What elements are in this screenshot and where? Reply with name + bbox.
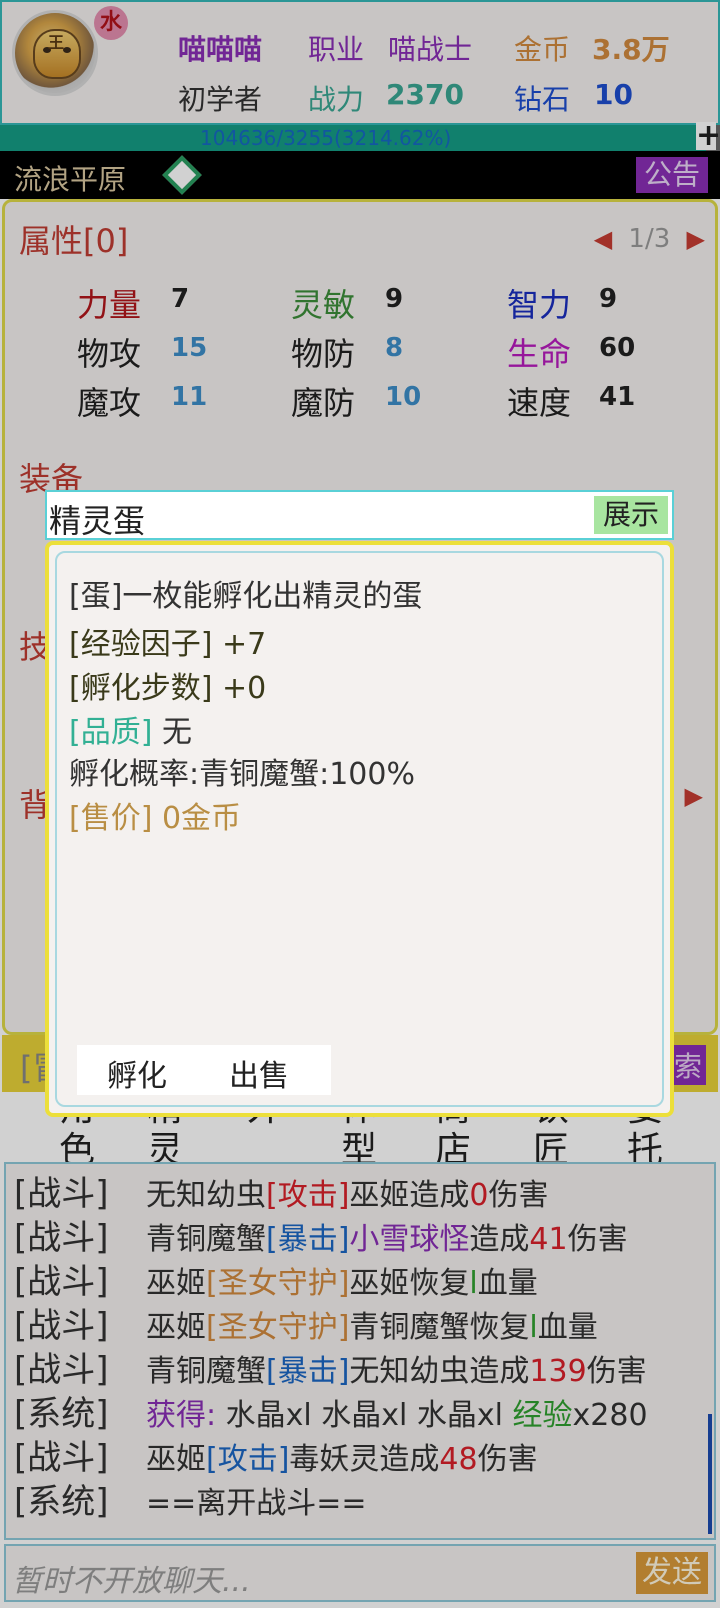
item-description: [蛋]一枚能孵化出精灵的蛋 xyxy=(69,579,423,614)
item-quality: [品质] 无 xyxy=(69,715,192,750)
hatch-button[interactable]: 孵化 xyxy=(107,1051,167,1095)
item-hatch-rate: 孵化概率:青铜魔蟹:100% xyxy=(69,757,415,792)
item-price: [售价] 0金币 xyxy=(69,801,242,836)
item-modal-header: 精灵蛋 展示 xyxy=(45,490,674,540)
item-modal: [蛋]一枚能孵化出精灵的蛋 [经验因子] +7 [孵化步数] +0 [品质] 无… xyxy=(45,541,674,1117)
item-title: 精灵蛋 xyxy=(49,502,146,540)
item-hatch-steps: [孵化步数] +0 xyxy=(69,671,267,706)
show-button[interactable]: 展示 xyxy=(594,496,668,534)
item-detail-frame: [蛋]一枚能孵化出精灵的蛋 [经验因子] +7 [孵化步数] +0 [品质] 无… xyxy=(55,551,664,1107)
item-exp-factor: [经验因子] +7 xyxy=(69,627,267,662)
sell-button[interactable]: 出售 xyxy=(229,1051,289,1095)
item-actions: 孵化 出售 xyxy=(77,1045,331,1095)
